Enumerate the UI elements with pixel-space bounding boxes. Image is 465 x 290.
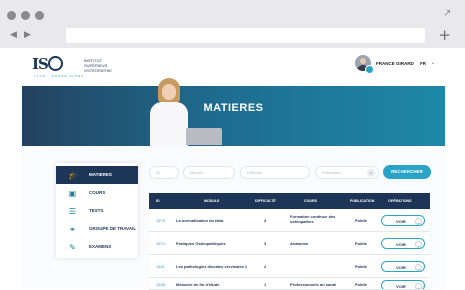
- sidebar-item-groupe-de-travail[interactable]: ⚭ GROUPE DE TRAVAIL: [56, 220, 138, 238]
- cell-id[interactable]: 1538: [156, 282, 165, 287]
- cell-id[interactable]: 1541: [156, 264, 165, 269]
- cell-id[interactable]: 1574: [156, 241, 165, 246]
- difficulte-filter-placeholder: Difficulté: [247, 170, 263, 175]
- exam-icon: ✎: [69, 243, 76, 252]
- logo-circle: [47, 56, 63, 71]
- logo[interactable]: IS: [32, 55, 63, 73]
- browser-chrome: ↗ ◀ ▶ +: [0, 0, 465, 48]
- difficulte-filter-input[interactable]: Difficulté: [240, 166, 310, 179]
- column-header-difficulte[interactable]: DIFFICULTÉ: [255, 199, 276, 203]
- sidebar-item-examens[interactable]: ✎ EXAMENS: [56, 238, 138, 256]
- site-header: IS INSTITUT SUPÉRIEUR OSTÉOPATHIE LYON ·…: [22, 48, 445, 86]
- sidebar-item-label: EXAMENS: [89, 244, 112, 249]
- hero-banner: MATIERES: [22, 86, 445, 146]
- cell-publication: Publié: [355, 218, 368, 223]
- chevron-down-icon: ⌄: [415, 217, 422, 225]
- sidebar: 🎓 MATIERES ▣ COURS ☰ TESTS ⚭ GROUPE DE T…: [56, 163, 138, 258]
- profile-badge-icon[interactable]: [365, 65, 374, 74]
- publication-filter-select[interactable]: Publication ⌄: [315, 166, 379, 179]
- back-icon[interactable]: ◀: [10, 31, 17, 40]
- user-name[interactable]: FRANCE GIRARD: [376, 61, 414, 66]
- sidebar-item-label: MATIERES: [89, 172, 112, 177]
- voir-label: VOIR: [396, 241, 406, 247]
- chevron-down-icon: ⌄: [415, 240, 422, 248]
- expand-icon[interactable]: ↗: [443, 9, 453, 19]
- sidebar-item-label: TESTS: [89, 208, 104, 213]
- table-row: 1574 Pratiques Ostéopathiques 3 Anatomie…: [149, 232, 430, 255]
- module-filter-input[interactable]: Module: [183, 166, 235, 179]
- cell-cours: Formation continue des ostéopathes: [290, 214, 336, 224]
- window-close-dot[interactable]: [7, 11, 16, 20]
- cell-cours: Anatomie: [290, 241, 309, 246]
- sidebar-item-cours[interactable]: ▣ COURS: [56, 184, 138, 202]
- voir-button[interactable]: VOIR ⌄: [381, 238, 425, 249]
- search-button[interactable]: RECHERCHER: [383, 165, 431, 179]
- publication-filter-placeholder: Publication: [322, 170, 342, 175]
- cell-id[interactable]: 1575: [156, 218, 165, 223]
- forward-icon[interactable]: ▶: [24, 31, 31, 40]
- address-bar[interactable]: [66, 28, 425, 43]
- laptop-illustration: [186, 128, 222, 145]
- chevron-down-icon: ⌄: [415, 282, 422, 290]
- table-row: 1541 Les pathologies discales cervicales…: [149, 255, 430, 278]
- voir-button[interactable]: VOIR ⌄: [381, 215, 425, 226]
- cell-publication: Publié: [355, 241, 368, 246]
- column-header-id[interactable]: ID: [156, 199, 160, 203]
- id-filter-input[interactable]: ID: [149, 166, 179, 179]
- voir-label: VOIR: [396, 264, 406, 270]
- table-row: 1538 Mémoire de fin d'étude 1 Profession…: [149, 278, 430, 290]
- cell-difficulte: 1: [264, 282, 267, 287]
- sidebar-item-label: COURS: [89, 190, 106, 195]
- logo-text: INSTITUT SUPÉRIEUR OSTÉOPATHIE: [84, 58, 124, 73]
- chevron-down-icon[interactable]: ⌄: [431, 60, 435, 66]
- hero-person-shirt: [150, 102, 188, 146]
- cell-difficulte: 3: [264, 218, 267, 223]
- page-title: MATIERES: [203, 102, 264, 114]
- column-header-module[interactable]: MODULE: [204, 199, 220, 203]
- cell-cours: Professionnels du santé: [290, 282, 337, 287]
- chevron-down-icon: ⌄: [367, 169, 375, 177]
- column-header-cours[interactable]: COURS: [304, 199, 317, 203]
- table-row: 1575 La normalisation du tibia 3 Formati…: [149, 209, 430, 232]
- cell-module: Pratiques Ostéopathiques: [176, 241, 226, 246]
- sidebar-item-tests[interactable]: ☰ TESTS: [56, 202, 138, 220]
- language-selector[interactable]: FR: [420, 61, 426, 66]
- window-minimize-dot[interactable]: [21, 11, 30, 20]
- presentation-icon: ▣: [68, 189, 77, 198]
- checklist-icon: ☰: [68, 207, 77, 216]
- group-icon: ⚭: [69, 225, 76, 234]
- cell-difficulte: 2: [264, 264, 267, 269]
- voir-button[interactable]: VOIR ⌄: [381, 261, 425, 272]
- logo-tagline: LYON · RHÔNE-ALPES: [34, 74, 85, 78]
- hero-person-face: [162, 84, 176, 100]
- column-header-operations[interactable]: OPÉRATIONS: [388, 199, 412, 203]
- sidebar-item-label: GROUPE DE TRAVAIL: [89, 226, 137, 231]
- voir-label: VOIR: [396, 283, 406, 289]
- column-header-publication[interactable]: PUBLICATION: [350, 199, 374, 203]
- graduation-cap-icon: 🎓: [68, 171, 78, 180]
- table-header: ID MODULE DIFFICULTÉ COURS PUBLICATION O…: [149, 193, 430, 209]
- module-filter-placeholder: Module: [190, 170, 204, 175]
- cell-module: Mémoire de fin d'étude: [176, 282, 220, 287]
- logo-line-3: OSTÉOPATHIE: [84, 68, 112, 73]
- cell-publication: Publié: [355, 282, 368, 287]
- cell-module: La normalisation du tibia: [176, 218, 224, 223]
- avatar-head: [360, 58, 366, 64]
- cell-publication: Publié: [355, 264, 368, 269]
- window-maximize-dot[interactable]: [35, 11, 44, 20]
- voir-label: VOIR: [396, 218, 406, 224]
- cell-module: Les pathologies discales cervicales 1: [176, 264, 248, 269]
- cell-difficulte: 3: [264, 241, 267, 246]
- new-tab-icon[interactable]: +: [438, 27, 451, 43]
- id-filter-placeholder: ID: [156, 170, 160, 175]
- sidebar-item-matieres[interactable]: 🎓 MATIERES: [56, 166, 138, 184]
- logo-mark-text: IS: [32, 55, 49, 73]
- chevron-down-icon: ⌄: [415, 263, 422, 271]
